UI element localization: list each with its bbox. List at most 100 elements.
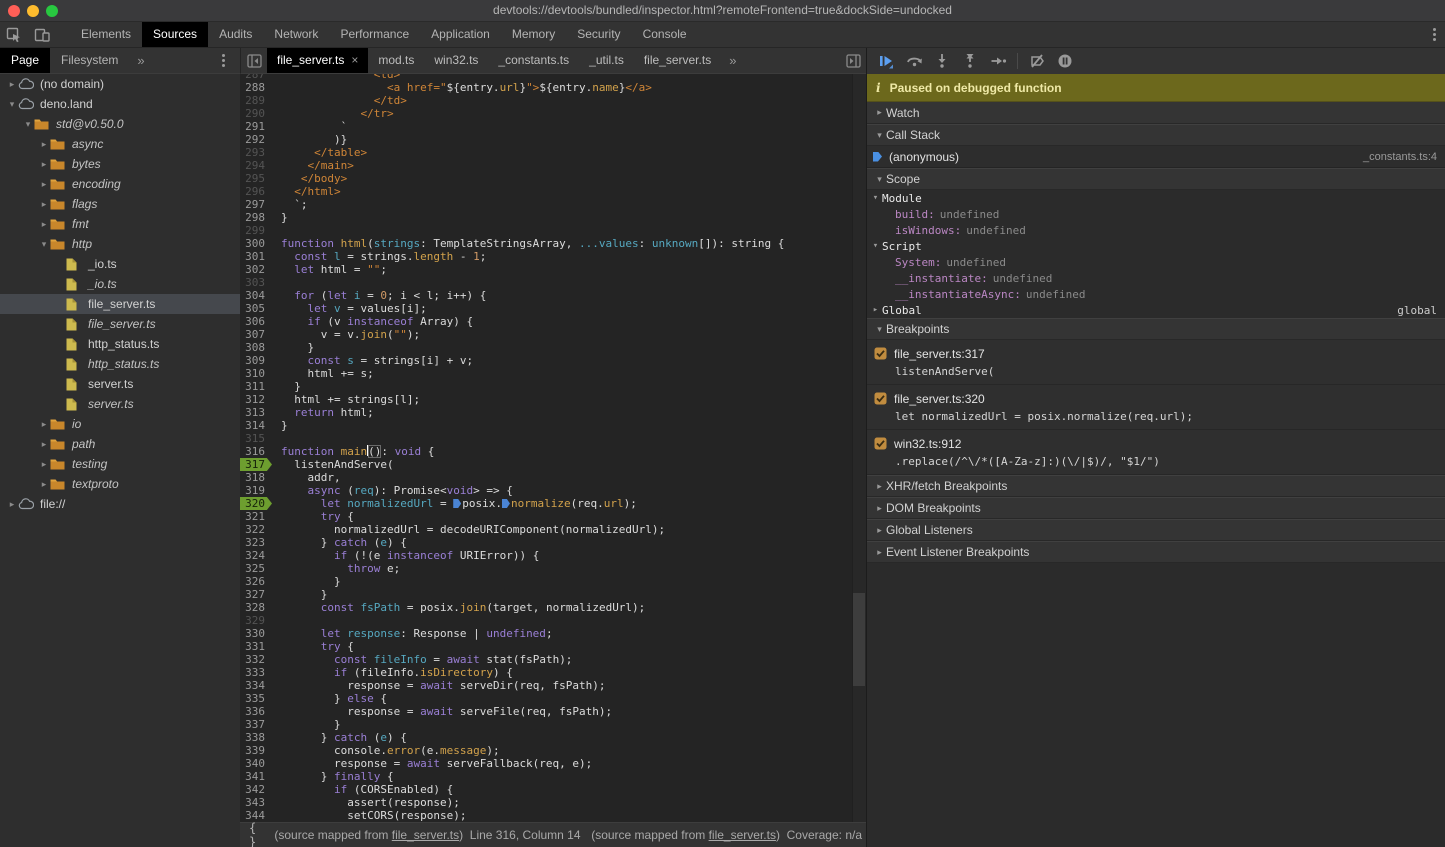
code-text[interactable]: } else {: [272, 692, 387, 705]
line-number[interactable]: 294: [240, 159, 272, 172]
scrollbar-thumb[interactable]: [853, 593, 865, 686]
line-number[interactable]: 314: [240, 419, 272, 432]
step-out-icon[interactable]: [957, 49, 983, 73]
line-number[interactable]: 312: [240, 393, 272, 406]
line-number[interactable]: 307: [240, 328, 272, 341]
line-number[interactable]: 336: [240, 705, 272, 718]
line-number[interactable]: 311: [240, 380, 272, 393]
code-text[interactable]: }: [272, 341, 314, 354]
code-text[interactable]: normalizedUrl = decodeURIComponent(norma…: [272, 523, 665, 536]
source-mapped-link-2[interactable]: file_server.ts: [709, 828, 776, 842]
code-text[interactable]: <a href="${entry.url}">${entry.name}</a>: [272, 81, 652, 94]
line-number[interactable]: 324: [240, 549, 272, 562]
pretty-print-button[interactable]: { }: [240, 821, 274, 847]
line-number[interactable]: 331: [240, 640, 272, 653]
line-number[interactable]: 338: [240, 731, 272, 744]
resume-icon[interactable]: [873, 49, 899, 73]
line-number[interactable]: 298: [240, 211, 272, 224]
code-text[interactable]: `;: [272, 198, 308, 211]
editor-tab-win32-ts-2[interactable]: win32.ts: [424, 48, 488, 73]
code-text[interactable]: let html = "";: [272, 263, 387, 276]
line-number[interactable]: 297: [240, 198, 272, 211]
code-text[interactable]: response = await serveFallback(req, e);: [272, 757, 592, 770]
code-text[interactable]: }: [272, 588, 327, 601]
breakpoint-entry-1[interactable]: file_server.ts:320let normalizedUrl = po…: [867, 385, 1445, 430]
chevron-right-icon[interactable]: ▸: [6, 79, 18, 90]
code-text[interactable]: }: [272, 380, 301, 393]
tree-item-io[interactable]: ▸io: [0, 414, 240, 434]
scope-group-module[interactable]: ▾Module: [867, 190, 1445, 206]
code-text[interactable]: const fileInfo = await stat(fsPath);: [272, 653, 572, 666]
line-number[interactable]: 296: [240, 185, 272, 198]
chevron-right-icon[interactable]: ▸: [38, 219, 50, 230]
line-number[interactable]: 306: [240, 315, 272, 328]
line-number[interactable]: 330: [240, 627, 272, 640]
close-tab-icon[interactable]: ×: [351, 53, 358, 67]
breakpoint-line-number[interactable]: 317: [240, 458, 272, 471]
tree-item-fmt[interactable]: ▸fmt: [0, 214, 240, 234]
kebab-menu-icon[interactable]: [1423, 22, 1445, 47]
source-mapped-link[interactable]: file_server.ts: [392, 828, 459, 842]
line-number[interactable]: 321: [240, 510, 272, 523]
line-number[interactable]: 301: [240, 250, 272, 263]
code-viewport[interactable]: 287 <td>288 <a href="${entry.url}">${ent…: [240, 74, 866, 822]
line-number[interactable]: 304: [240, 289, 272, 302]
code-text[interactable]: function main(): void {: [272, 445, 434, 458]
line-number[interactable]: 313: [240, 406, 272, 419]
tab-application[interactable]: Application: [420, 22, 501, 47]
line-number[interactable]: 293: [240, 146, 272, 159]
code-text[interactable]: function html(strings: TemplateStringsAr…: [272, 237, 784, 250]
code-text[interactable]: [272, 276, 281, 289]
chevron-right-icon[interactable]: ▸: [38, 159, 50, 170]
line-number[interactable]: 291: [240, 120, 272, 133]
tree-item-no-domain[interactable]: ▸(no domain): [0, 74, 240, 94]
tree-item-server-ts[interactable]: server.ts: [0, 374, 240, 394]
tree-item-file-server-ts[interactable]: file_server.ts: [0, 294, 240, 314]
tree-item-bytes[interactable]: ▸bytes: [0, 154, 240, 174]
line-number[interactable]: 337: [240, 718, 272, 731]
editor-tab-util-ts-4[interactable]: _util.ts: [579, 48, 634, 73]
tab-sources[interactable]: Sources: [142, 22, 208, 47]
code-text[interactable]: html += strings[l];: [272, 393, 420, 406]
breakpoint-line-number[interactable]: 320: [240, 497, 272, 510]
code-text[interactable]: console.error(e.message);: [272, 744, 500, 757]
code-text[interactable]: if (fileInfo.isDirectory) {: [272, 666, 513, 679]
tab-elements[interactable]: Elements: [70, 22, 142, 47]
section-global-listeners[interactable]: ▸Global Listeners: [867, 519, 1445, 541]
tab-audits[interactable]: Audits: [208, 22, 263, 47]
line-number[interactable]: 316: [240, 445, 272, 458]
line-number[interactable]: 322: [240, 523, 272, 536]
line-number[interactable]: 292: [240, 133, 272, 146]
code-text[interactable]: </html>: [272, 185, 341, 198]
line-number[interactable]: 343: [240, 796, 272, 809]
chevron-down-icon[interactable]: ▾: [6, 99, 18, 110]
code-text[interactable]: let normalizedUrl = posix.normalize(req.…: [272, 497, 637, 510]
section-breakpoints[interactable]: ▾Breakpoints: [867, 318, 1445, 340]
section-dom-breakpoints[interactable]: ▸DOM Breakpoints: [867, 497, 1445, 519]
line-number[interactable]: 299: [240, 224, 272, 237]
code-text[interactable]: if (!(e instanceof URIError)) {: [272, 549, 539, 562]
line-number[interactable]: 305: [240, 302, 272, 315]
tree-item-path[interactable]: ▸path: [0, 434, 240, 454]
section-scope[interactable]: ▾Scope: [867, 168, 1445, 190]
chevron-right-icon[interactable]: ▸: [6, 499, 18, 510]
line-number[interactable]: 334: [240, 679, 272, 692]
tree-item-io-ts[interactable]: _io.ts: [0, 274, 240, 294]
code-text[interactable]: [272, 614, 281, 627]
line-number[interactable]: 303: [240, 276, 272, 289]
line-number[interactable]: 339: [240, 744, 272, 757]
step-icon[interactable]: [985, 49, 1011, 73]
breakpoint-checkbox[interactable]: [874, 437, 887, 450]
tree-item-server-ts[interactable]: server.ts: [0, 394, 240, 414]
editor-tab-constants-ts-3[interactable]: _constants.ts: [488, 48, 579, 73]
deactivate-breakpoints-icon[interactable]: [1024, 49, 1050, 73]
code-text[interactable]: } finally {: [272, 770, 394, 783]
code-text[interactable]: let v = values[i];: [272, 302, 427, 315]
editor-tab-file-server-ts-5[interactable]: file_server.ts: [634, 48, 721, 73]
call-stack-frame[interactable]: (anonymous)_constants.ts:4: [867, 146, 1445, 168]
code-text[interactable]: }: [272, 718, 341, 731]
inspect-icon[interactable]: [0, 22, 28, 47]
line-number[interactable]: 340: [240, 757, 272, 770]
line-number[interactable]: 315: [240, 432, 272, 445]
editor-tab-mod-ts-1[interactable]: mod.ts: [368, 48, 424, 73]
